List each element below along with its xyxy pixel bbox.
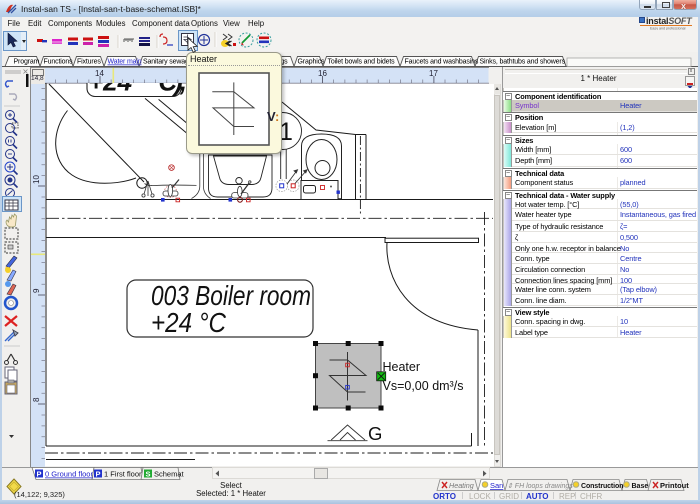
svg-text:+24: +24 (88, 83, 133, 97)
svg-text:Graphics: Graphics (298, 59, 325, 66)
svg-text:P: P (37, 470, 42, 479)
svg-text:+24 °C: +24 °C (151, 307, 226, 338)
svg-text:17: 17 (429, 69, 438, 78)
svg-text:16: 16 (318, 69, 327, 78)
svg-text:Faucets and washbasins: Faucets and washbasins (405, 59, 479, 66)
svg-text:Fixtures: Fixtures (77, 59, 101, 66)
svg-text:Schemat: Schemat (154, 470, 185, 479)
svg-text:1 First floor: 1 First floor (104, 470, 142, 479)
svg-text:Functions: Functions (44, 59, 74, 66)
svg-text:Printout: Printout (660, 481, 689, 490)
svg-text:10: 10 (32, 175, 41, 184)
svg-text:9: 9 (32, 288, 41, 293)
svg-text:G: G (368, 423, 382, 444)
svg-text:8: 8 (32, 397, 41, 402)
svg-text:Sinks, bathtubs and showers: Sinks, bathtubs and showers (480, 59, 566, 66)
svg-text:14: 14 (95, 69, 104, 78)
svg-text:°C),: °C), (151, 83, 187, 97)
svg-text:Heating: Heating (449, 481, 474, 490)
svg-text:Toilet bowls and bidets: Toilet bowls and bidets (328, 59, 396, 66)
svg-text:Program: Program (14, 59, 40, 66)
svg-text:Heater: Heater (383, 360, 421, 374)
svg-text:⇕ FH loops drawings: ⇕ FH loops drawings (507, 482, 573, 490)
svg-text:Vs=0,00 dm³/s: Vs=0,00 dm³/s (383, 379, 464, 393)
svg-text:S: S (146, 470, 151, 479)
svg-text:Water main: Water main (108, 59, 142, 66)
svg-text:0 Ground floor: 0 Ground floor (45, 470, 93, 479)
svg-text:P: P (96, 470, 101, 479)
svg-text:San: San (490, 481, 503, 490)
